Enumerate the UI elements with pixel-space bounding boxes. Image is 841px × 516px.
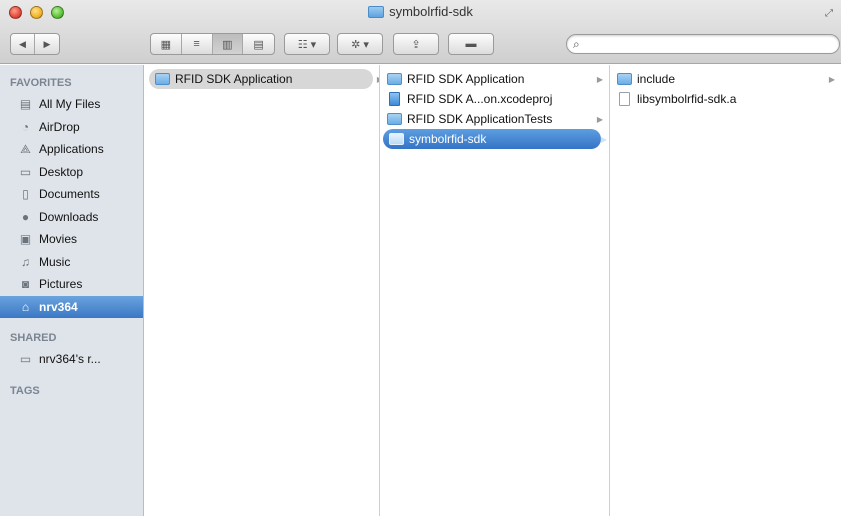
downloads-icon: ● <box>21 209 30 224</box>
arrange-button[interactable]: ☷ ▾ <box>284 33 330 55</box>
folder-icon <box>389 133 404 145</box>
pictures-icon: ◙ <box>21 277 30 292</box>
all-files-icon: ▤ <box>19 97 32 112</box>
shared-header: SHARED <box>10 332 57 344</box>
movies-icon: ▣ <box>19 232 32 247</box>
sidebar-item-shared-computer[interactable]: ▭ nrv364's r... <box>0 348 143 371</box>
list-item[interactable]: symbolrfid-sdk ▶ <box>383 129 607 149</box>
item-label: symbolrfid-sdk <box>409 132 487 146</box>
finder-window: symbolrfid-sdk ⤢ ◀ ▶ ▦ ≡ ▥ ▤ ☷ ▾ ✲ ▾ ⇪ ▬… <box>0 0 841 516</box>
documents-icon: ▯ <box>22 187 29 202</box>
item-label: include <box>637 72 676 86</box>
sidebar-item-label: Desktop <box>39 164 84 179</box>
search-field[interactable]: ⌕ <box>566 34 840 54</box>
list-item[interactable]: libsymbolrfid-sdk.a <box>611 89 841 109</box>
sidebar-item-home[interactable]: ⌂ nrv364 <box>0 295 143 318</box>
gear-icon: ✲ ▾ <box>351 38 369 51</box>
sidebar-item-desktop[interactable]: ▭ Desktop <box>0 161 143 184</box>
airdrop-icon: ◔ <box>21 119 30 134</box>
back-arrow-icon: ◀ <box>19 38 26 49</box>
list-item[interactable]: RFID SDK Application ▶ <box>381 69 609 89</box>
sidebar-item-pictures[interactable]: ◙ Pictures <box>0 273 143 296</box>
sidebar: FAVORITES ▤ All My Files ◔ AirDrop ⟁ App… <box>0 65 144 516</box>
folder-icon <box>387 113 402 125</box>
item-label: RFID SDK ApplicationTests <box>407 112 553 126</box>
search-input[interactable] <box>589 36 829 52</box>
disclosure-arrow-icon: ▶ <box>596 114 603 124</box>
coverflow-view-button[interactable]: ▤ <box>243 34 274 54</box>
action-button[interactable]: ✲ ▾ <box>337 33 383 55</box>
search-icon: ⌕ <box>573 37 580 51</box>
view-mode-control: ▦ ≡ ▥ ▤ <box>150 33 275 55</box>
forward-arrow-icon: ▶ <box>43 38 51 49</box>
sidebar-item-documents[interactable]: ▯ Documents <box>0 183 143 206</box>
tag-icon: ▬ <box>465 38 477 50</box>
window-title: symbolrfid-sdk <box>0 4 841 19</box>
tag-button[interactable]: ▬ <box>448 33 494 55</box>
column-view-button[interactable]: ▥ <box>212 34 244 54</box>
back-forward-control: ◀ ▶ <box>10 33 60 55</box>
share-button[interactable]: ⇪ <box>393 33 439 55</box>
list-view-button[interactable]: ≡ <box>182 34 213 54</box>
sidebar-item-label: Music <box>39 254 71 269</box>
list-item[interactable]: RFID SDK A...on.xcodeproj <box>381 89 609 109</box>
title-toolbar: symbolrfid-sdk ⤢ ◀ ▶ ▦ ≡ ▥ ▤ ☷ ▾ ✲ ▾ ⇪ ▬… <box>0 0 841 64</box>
item-label: libsymbolrfid-sdk.a <box>637 92 737 106</box>
browser-column-2: RFID SDK Application ▶ RFID SDK A...on.x… <box>381 65 610 516</box>
computer-icon: ▭ <box>19 352 32 367</box>
desktop-icon: ▭ <box>19 164 32 179</box>
xcode-project-icon <box>389 92 400 106</box>
list-item[interactable]: include ▶ <box>611 69 841 89</box>
applications-icon: ⟁ <box>20 141 31 156</box>
folder-icon <box>617 73 632 85</box>
browser-column-1: RFID SDK Application ▶ <box>145 65 380 516</box>
tags-header: TAGS <box>10 384 40 397</box>
list-view-icon: ≡ <box>193 38 200 50</box>
item-label: RFID SDK Application <box>175 72 293 86</box>
disclosure-arrow-icon: ▶ <box>377 75 379 84</box>
folder-icon <box>155 73 170 85</box>
sidebar-item-label: All My Files <box>39 97 101 112</box>
sidebar-item-music[interactable]: ♫ Music <box>0 251 143 274</box>
list-item[interactable]: RFID SDK ApplicationTests ▶ <box>381 109 609 129</box>
home-icon: ⌂ <box>21 299 30 314</box>
icon-view-icon: ▦ <box>160 38 172 51</box>
browser-column-3: include ▶ libsymbolrfid-sdk.a <box>611 65 841 516</box>
favorites-header: FAVORITES <box>10 77 72 89</box>
sidebar-item-applications[interactable]: ⟁ Applications <box>0 138 143 161</box>
sidebar-item-label: Movies <box>39 232 78 247</box>
item-label: RFID SDK Application <box>407 72 525 86</box>
fullscreen-icon[interactable]: ⤢ <box>825 8 833 19</box>
back-button[interactable]: ◀ <box>11 34 35 54</box>
list-item[interactable]: RFID SDK Application ▶ <box>149 69 379 89</box>
disclosure-arrow-icon: ▶ <box>596 74 603 84</box>
sidebar-item-label: Documents <box>39 187 100 202</box>
sidebar-item-label: nrv364 <box>39 299 78 314</box>
disclosure-arrow-icon: ▶ <box>828 74 835 84</box>
document-icon <box>619 92 630 106</box>
sidebar-item-all-my-files[interactable]: ▤ All My Files <box>0 93 143 116</box>
sidebar-item-label: Pictures <box>39 277 83 292</box>
music-icon: ♫ <box>21 254 30 269</box>
sidebar-item-movies[interactable]: ▣ Movies <box>0 228 143 251</box>
coverflow-view-icon: ▤ <box>253 38 264 51</box>
sidebar-item-label: AirDrop <box>39 119 80 134</box>
folder-icon <box>368 5 385 18</box>
sidebar-item-downloads[interactable]: ● Downloads <box>0 206 143 229</box>
window-title-text: symbolrfid-sdk <box>389 4 473 19</box>
sidebar-item-label: nrv364's r... <box>39 352 101 367</box>
sidebar-item-airdrop[interactable]: ◔ AirDrop <box>0 116 143 139</box>
folder-icon <box>387 73 402 85</box>
forward-button[interactable]: ▶ <box>35 34 59 54</box>
arrange-icon: ☷ ▾ <box>297 38 317 51</box>
sidebar-item-label: Applications <box>39 142 104 157</box>
column-view-icon: ▥ <box>222 38 233 51</box>
share-icon: ⇪ <box>411 38 421 51</box>
icon-view-button[interactable]: ▦ <box>151 34 182 54</box>
item-label: RFID SDK A...on.xcodeproj <box>407 92 553 106</box>
disclosure-arrow-icon: ▶ <box>600 134 607 144</box>
sidebar-item-label: Downloads <box>39 209 99 224</box>
